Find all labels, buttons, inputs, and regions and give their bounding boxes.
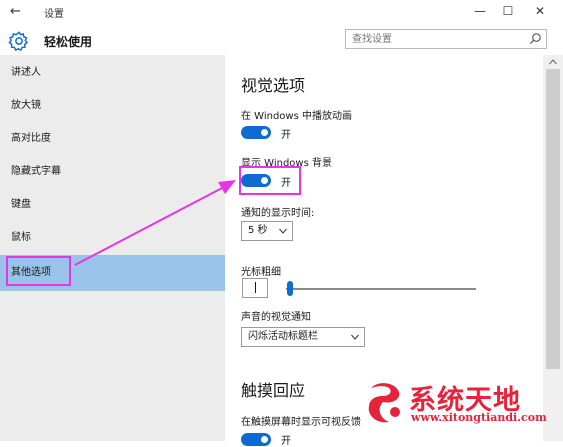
visual-options-heading: 视觉选项	[241, 76, 306, 95]
watermark: 系统天地 www.xitongtiandi.com	[365, 378, 547, 426]
gear-icon	[8, 31, 29, 51]
notification-time-value: 5 秒	[248, 225, 268, 236]
scroll-up-icon[interactable]	[549, 59, 557, 65]
visual-notification-label: 声音的视觉通知	[241, 312, 311, 323]
search-icon[interactable]	[529, 32, 542, 45]
settings-window: ← 设置 — ☐ ✕ 轻松使用 讲述人 放大镜 高对比度 隐藏式字幕 键盘 鼠标…	[0, 0, 563, 447]
notification-time-label: 通知的显示时间:	[241, 208, 315, 219]
window-title: 设置	[44, 9, 64, 20]
touch-feedback-toggle[interactable]	[241, 433, 271, 446]
sidebar-item-mouse[interactable]: 鼠标	[0, 222, 225, 254]
close-button[interactable]: ✕	[530, 3, 550, 19]
scrollbar-thumb[interactable]	[546, 69, 560, 369]
visual-notification-dropdown[interactable]: 闪烁活动标题栏	[241, 327, 365, 347]
sidebar: 讲述人 放大镜 高对比度 隐藏式字幕 键盘 鼠标 其他选项	[0, 55, 225, 441]
chevron-down-icon	[351, 334, 359, 340]
play-animations-state: 开	[281, 130, 291, 141]
cursor-thickness-label: 光标粗细	[241, 267, 281, 278]
sidebar-item-keyboard[interactable]: 键盘	[0, 189, 225, 221]
sidebar-item-closed-captions[interactable]: 隐藏式字幕	[0, 156, 225, 188]
show-background-toggle[interactable]	[241, 174, 271, 187]
cursor-preview-line	[255, 282, 256, 293]
sidebar-highlight-box	[6, 256, 71, 286]
minimize-button[interactable]: —	[470, 3, 490, 19]
sidebar-item-narrator[interactable]: 讲述人	[0, 57, 225, 89]
play-animations-toggle[interactable]	[241, 126, 271, 139]
maximize-button[interactable]: ☐	[498, 3, 518, 19]
sidebar-item-magnifier[interactable]: 放大镜	[0, 90, 225, 122]
watermark-url: www.xitongtiandi.com	[411, 411, 547, 424]
show-background-state: 开	[281, 178, 291, 189]
sidebar-item-high-contrast[interactable]: 高对比度	[0, 123, 225, 155]
visual-notification-value: 闪烁活动标题栏	[248, 331, 318, 342]
search-box[interactable]	[345, 29, 547, 49]
notification-time-dropdown[interactable]: 5 秒	[241, 221, 293, 241]
touch-feedback-state: 开	[281, 436, 291, 447]
brand-logo-icon	[368, 383, 400, 423]
touch-feedback-label: 在触摸屏幕时显示可视反馈	[241, 417, 361, 428]
scrollbar[interactable]	[543, 55, 563, 441]
cursor-thickness-slider[interactable]	[286, 288, 476, 290]
touch-feedback-heading: 触摸回应	[241, 381, 306, 400]
title-bar: ← 设置 — ☐ ✕	[0, 0, 563, 24]
back-button[interactable]: ←	[10, 4, 21, 20]
cursor-thickness-slider-thumb[interactable]	[286, 281, 293, 296]
search-input[interactable]	[352, 32, 522, 46]
play-animations-label: 在 Windows 中播放动画	[241, 111, 352, 122]
cursor-preview	[242, 278, 268, 298]
page-title: 轻松使用	[44, 35, 93, 49]
chevron-down-icon	[279, 228, 287, 234]
